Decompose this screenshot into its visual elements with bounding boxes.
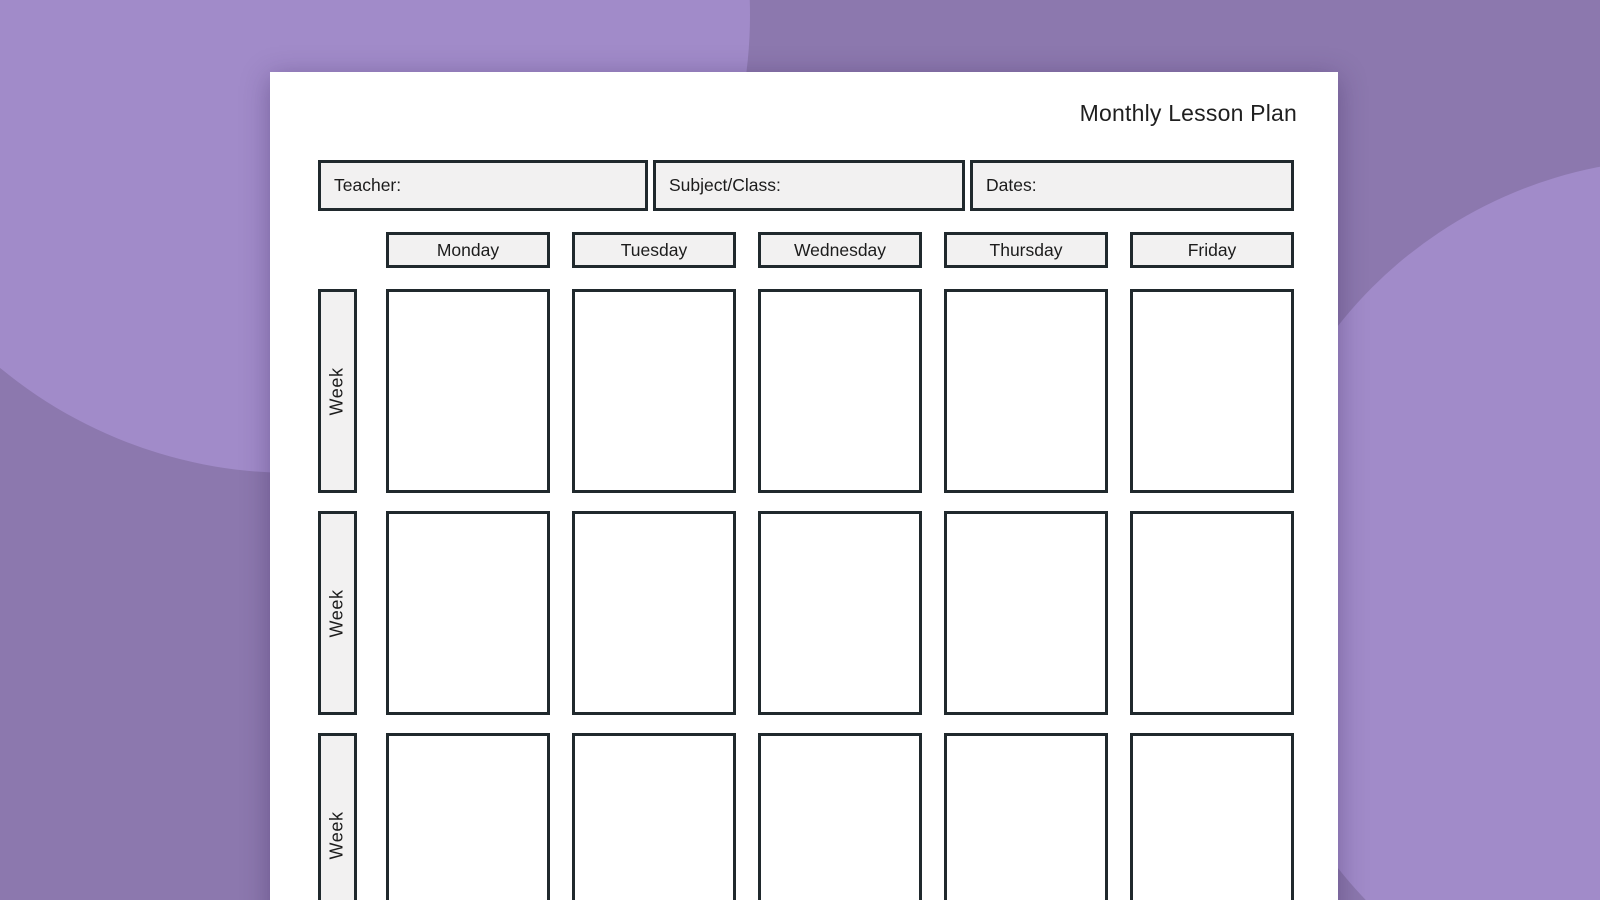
week-row-2: Week <box>318 511 1294 715</box>
week-2-tuesday-cell <box>572 511 736 715</box>
subject-class-field: Subject/Class: <box>653 160 965 211</box>
week-row-1-label-box: Week <box>318 289 357 493</box>
week-1-monday-cell <box>386 289 550 493</box>
info-fields-row: Teacher: Subject/Class: Dates: <box>318 160 1294 211</box>
week-row-2-cells <box>386 511 1294 715</box>
day-header-thursday: Thursday <box>944 232 1108 268</box>
week-row-2-label: Week <box>327 589 348 637</box>
week-3-thursday-cell <box>944 733 1108 900</box>
day-header-tuesday: Tuesday <box>572 232 736 268</box>
teacher-field-label: Teacher: <box>334 175 401 196</box>
week-2-friday-cell <box>1130 511 1294 715</box>
day-header-thursday-label: Thursday <box>990 240 1063 261</box>
lesson-plan-sheet: Monthly Lesson Plan Teacher: Subject/Cla… <box>270 72 1338 900</box>
dates-field: Dates: <box>970 160 1294 211</box>
day-headers-row: Monday Tuesday Wednesday Thursday Friday <box>386 232 1294 268</box>
week-3-tuesday-cell <box>572 733 736 900</box>
teacher-field: Teacher: <box>318 160 648 211</box>
week-row-1-label: Week <box>327 367 348 415</box>
week-3-wednesday-cell <box>758 733 922 900</box>
week-2-thursday-cell <box>944 511 1108 715</box>
day-header-friday: Friday <box>1130 232 1294 268</box>
week-3-monday-cell <box>386 733 550 900</box>
week-1-tuesday-cell <box>572 289 736 493</box>
day-header-friday-label: Friday <box>1188 240 1237 261</box>
week-row-3-label-box: Week <box>318 733 357 900</box>
day-header-wednesday: Wednesday <box>758 232 922 268</box>
week-row-3-cells <box>386 733 1294 900</box>
dates-field-label: Dates: <box>986 175 1037 196</box>
week-row-2-label-box: Week <box>318 511 357 715</box>
week-1-friday-cell <box>1130 289 1294 493</box>
week-row-3-label: Week <box>327 811 348 859</box>
day-header-wednesday-label: Wednesday <box>794 240 886 261</box>
subject-class-field-label: Subject/Class: <box>669 175 781 196</box>
day-header-tuesday-label: Tuesday <box>621 240 687 261</box>
week-row-1: Week <box>318 289 1294 493</box>
page-title: Monthly Lesson Plan <box>1080 100 1297 127</box>
day-header-monday-label: Monday <box>437 240 499 261</box>
week-1-thursday-cell <box>944 289 1108 493</box>
week-1-wednesday-cell <box>758 289 922 493</box>
day-header-monday: Monday <box>386 232 550 268</box>
week-row-3: Week <box>318 733 1294 900</box>
week-2-wednesday-cell <box>758 511 922 715</box>
week-3-friday-cell <box>1130 733 1294 900</box>
week-row-1-cells <box>386 289 1294 493</box>
week-2-monday-cell <box>386 511 550 715</box>
